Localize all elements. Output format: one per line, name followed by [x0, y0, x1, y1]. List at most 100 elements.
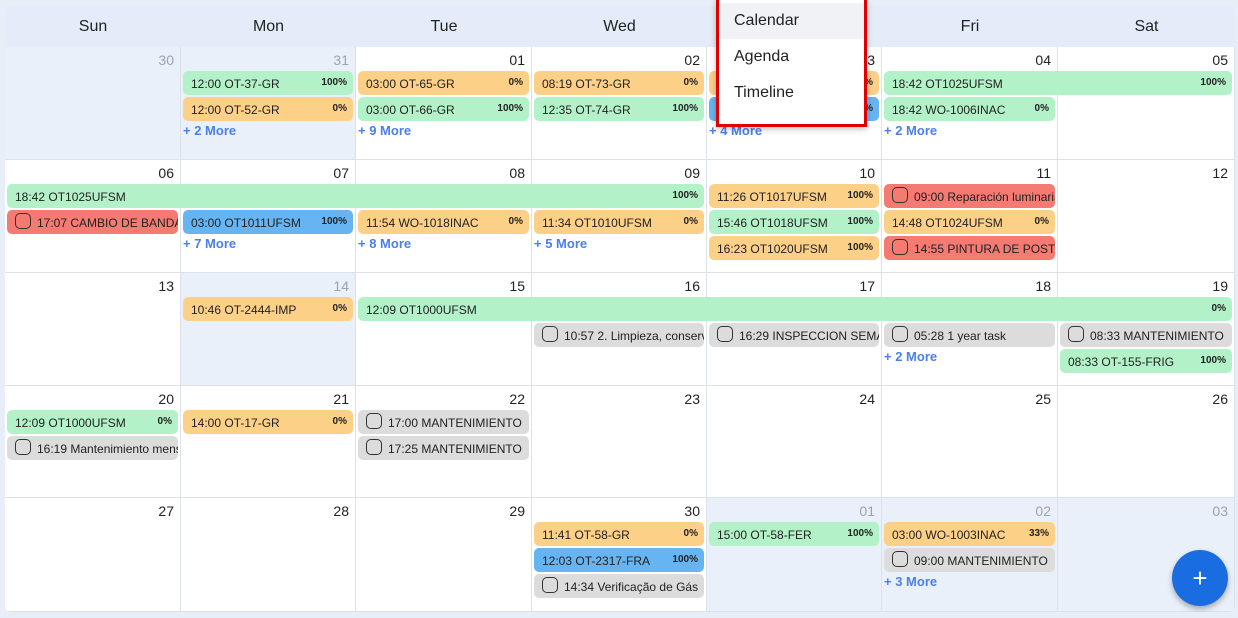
day-number[interactable]: 04 — [1035, 52, 1051, 68]
day-cell[interactable]: 31 12:00 OT-37-GR 100% 12:00 OT-52-GR 0% + 2 … — [181, 47, 356, 160]
day-cell[interactable]: 09 11:34 OT1010UFSM 0% + 5 More — [532, 160, 707, 273]
calendar-event[interactable]: 09:00 Reparación luminaria — [884, 184, 1055, 208]
calendar-event[interactable]: 17:00 MANTENIMIENTO — [358, 410, 529, 434]
day-number[interactable]: 08 — [509, 165, 525, 181]
calendar-event[interactable]: 18:42 WO-1006INAC 0% — [884, 97, 1055, 121]
day-cell[interactable]: 18 05:28 1 year task + 2 More — [882, 273, 1058, 386]
day-number[interactable]: 20 — [158, 391, 174, 407]
day-cell[interactable]: 19 08:33 MANTENIMIENTO 08:33 OT-155-FRIG 10… — [1058, 273, 1235, 386]
calendar-event[interactable]: 08:33 MANTENIMIENTO — [1060, 323, 1232, 347]
task-checkbox-icon[interactable] — [892, 551, 908, 568]
day-cell[interactable]: 12 — [1058, 160, 1235, 273]
day-number[interactable]: 14 — [333, 278, 349, 294]
day-cell[interactable]: 24 — [707, 386, 882, 498]
calendar-event[interactable]: 14:34 Verificação de Gás — [534, 574, 704, 598]
day-cell[interactable]: 29 — [356, 498, 532, 612]
day-cell[interactable]: 15 — [356, 273, 532, 386]
calendar-event[interactable]: 17:07 CAMBIO DE BANDA — [7, 210, 178, 234]
day-cell[interactable]: 28 — [181, 498, 356, 612]
day-number[interactable]: 19 — [1212, 278, 1228, 294]
day-number[interactable]: 24 — [859, 391, 875, 407]
day-cell[interactable]: 01 15:00 OT-58-FER 100% — [707, 498, 882, 612]
calendar-event[interactable]: 03:00 WO-1003INAC 33% — [884, 522, 1055, 546]
calendar-event[interactable]: 14:00 OT-17-GR 0% — [183, 410, 353, 434]
task-checkbox-icon[interactable] — [717, 326, 733, 343]
day-cell[interactable]: 30 — [5, 47, 181, 160]
day-number[interactable]: 23 — [684, 391, 700, 407]
day-cell[interactable]: 02 08:19 OT-73-GR 0% 12:35 OT-74-GR 100% — [532, 47, 707, 160]
day-number[interactable]: 09 — [684, 165, 700, 181]
task-checkbox-icon[interactable] — [1068, 326, 1084, 343]
day-number[interactable]: 01 — [509, 52, 525, 68]
day-cell[interactable]: 06 17:07 CAMBIO DE BANDA — [5, 160, 181, 273]
day-number[interactable]: 31 — [333, 52, 349, 68]
view-option-agenda[interactable]: Agenda — [719, 39, 864, 75]
day-cell[interactable]: 10 11:26 OT1017UFSM 100% 15:46 OT1018UFSM 10… — [707, 160, 882, 273]
day-number[interactable]: 22 — [509, 391, 525, 407]
day-number[interactable]: 25 — [1035, 391, 1051, 407]
day-number[interactable]: 11 — [1036, 165, 1051, 181]
day-number[interactable]: 12 — [1212, 165, 1228, 181]
calendar-event[interactable]: 10:46 OT-2444-IMP 0% — [183, 297, 353, 321]
calendar-event[interactable]: 12:35 OT-74-GR 100% — [534, 97, 704, 121]
calendar-event[interactable]: 11:34 OT1010UFSM 0% — [534, 210, 704, 234]
task-checkbox-icon[interactable] — [542, 326, 558, 343]
day-cell[interactable]: 08 11:54 WO-1018INAC 0% + 8 More — [356, 160, 532, 273]
calendar-event[interactable]: 15:00 OT-58-FER 100% — [709, 522, 879, 546]
day-number[interactable]: 03 — [1212, 503, 1228, 519]
task-checkbox-icon[interactable] — [15, 213, 31, 230]
more-events-link[interactable]: + 5 More — [534, 236, 587, 251]
day-cell[interactable]: 23 — [532, 386, 707, 498]
calendar-event[interactable]: 14:48 OT1024UFSM 0% — [884, 210, 1055, 234]
more-events-link[interactable]: + 9 More — [358, 123, 411, 138]
day-number[interactable]: 29 — [509, 503, 525, 519]
calendar-event[interactable]: 03:00 OT-66-GR 100% — [358, 97, 529, 121]
day-number[interactable]: 13 — [158, 278, 174, 294]
task-checkbox-icon[interactable] — [366, 439, 382, 456]
day-number[interactable]: 05 — [1212, 52, 1228, 68]
calendar-event[interactable]: 15:46 OT1018UFSM 100% — [709, 210, 879, 234]
task-checkbox-icon[interactable] — [892, 187, 908, 204]
day-cell[interactable]: 05 — [1058, 47, 1235, 160]
task-checkbox-icon[interactable] — [542, 577, 558, 594]
calendar-event[interactable]: 05:28 1 year task — [884, 323, 1055, 347]
calendar-event[interactable]: 14:55 PINTURA DE POSTE — [884, 236, 1055, 260]
day-number[interactable]: 15 — [509, 278, 525, 294]
day-cell[interactable]: 04 18:42 WO-1006INAC 0% + 2 More — [882, 47, 1058, 160]
day-cell[interactable]: 30 11:41 OT-58-GR 0% 12:03 OT-2317-FRA 100% 1… — [532, 498, 707, 612]
day-cell[interactable]: 21 14:00 OT-17-GR 0% — [181, 386, 356, 498]
day-number[interactable]: 07 — [333, 165, 349, 181]
multi-day-event[interactable]: 12:09 OT1000UFSM 0% — [358, 297, 1232, 321]
more-events-link[interactable]: + 8 More — [358, 236, 411, 251]
calendar-event[interactable]: 16:29 INSPECCION SEMANAL — [709, 323, 879, 347]
day-cell[interactable]: 25 — [882, 386, 1058, 498]
calendar-event[interactable]: 08:33 OT-155-FRIG 100% — [1060, 349, 1232, 373]
day-cell[interactable]: 13 — [5, 273, 181, 386]
day-cell[interactable]: 11 09:00 Reparación luminaria 14:48 OT1024… — [882, 160, 1058, 273]
day-cell[interactable]: 26 — [1058, 386, 1235, 498]
day-cell[interactable]: 27 — [5, 498, 181, 612]
calendar-event[interactable]: 10:57 2. Limpieza, conservación — [534, 323, 704, 347]
day-number[interactable]: 16 — [684, 278, 700, 294]
day-cell[interactable]: 17 16:29 INSPECCION SEMANAL — [707, 273, 882, 386]
calendar-event[interactable]: 09:00 MANTENIMIENTO — [884, 548, 1055, 572]
more-events-link[interactable]: + 2 More — [884, 123, 937, 138]
add-event-button[interactable]: + — [1172, 550, 1228, 606]
view-option-timeline[interactable]: Timeline — [719, 75, 864, 111]
calendar-event[interactable]: 16:23 OT1020UFSM 100% — [709, 236, 879, 260]
calendar-event[interactable]: 03:00 OT-65-GR 0% — [358, 71, 529, 95]
more-events-link[interactable]: + 2 More — [183, 123, 236, 138]
multi-day-event[interactable]: 18:42 OT1025UFSM 100% — [7, 184, 704, 208]
day-cell[interactable]: 16 10:57 2. Limpieza, conservación — [532, 273, 707, 386]
day-number[interactable]: 01 — [859, 503, 875, 519]
calendar-event[interactable]: 12:00 OT-52-GR 0% — [183, 97, 353, 121]
day-cell[interactable]: 07 03:00 OT1011UFSM 100% + 7 More — [181, 160, 356, 273]
calendar-event[interactable]: 12:00 OT-37-GR 100% — [183, 71, 353, 95]
calendar-event[interactable]: 11:54 WO-1018INAC 0% — [358, 210, 529, 234]
day-number[interactable]: 10 — [859, 165, 875, 181]
day-number[interactable]: 17 — [859, 278, 875, 294]
day-number[interactable]: 30 — [684, 503, 700, 519]
calendar-event[interactable]: 11:26 OT1017UFSM 100% — [709, 184, 879, 208]
more-events-link[interactable]: + 7 More — [183, 236, 236, 251]
day-number[interactable]: 06 — [158, 165, 174, 181]
